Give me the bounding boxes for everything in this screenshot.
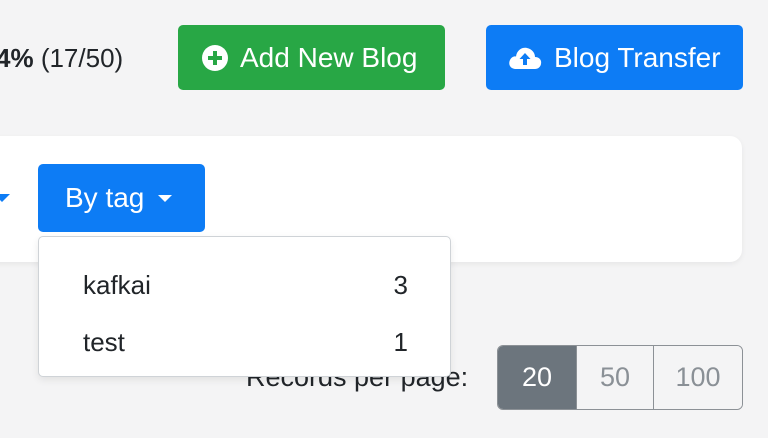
page-size-100[interactable]: 100 [653, 346, 742, 409]
tag-name: kafkai [83, 270, 151, 300]
by-tag-dropdown-button[interactable]: By tag [38, 164, 205, 232]
add-new-blog-label: Add New Blog [240, 41, 418, 73]
records-per-page-selector: 20 50 100 [497, 345, 743, 410]
add-new-blog-button[interactable]: Add New Blog [178, 25, 445, 90]
tag-dropdown-menu: kafkai 3 test 1 [38, 236, 451, 377]
caret-down-icon [158, 194, 173, 202]
blog-transfer-button[interactable]: Blog Transfer [486, 25, 743, 90]
blog-transfer-label: Blog Transfer [554, 41, 721, 73]
usage-count: (17/50) [40, 43, 124, 73]
plus-circle-icon [202, 44, 228, 71]
by-tag-label: By tag [65, 182, 145, 213]
blog-manager-view: 4% (17/50) Add New Blog Blog Transfer By… [0, 0, 768, 438]
page-size-20[interactable]: 20 [498, 346, 576, 409]
tag-count: 1 [393, 327, 408, 357]
caret-down-icon[interactable] [0, 194, 10, 202]
blog-usage-counter: 4% (17/50) [0, 40, 123, 76]
tag-name: test [83, 327, 125, 357]
tag-option-test[interactable]: test 1 [39, 314, 450, 371]
usage-percent: 4% [0, 43, 34, 73]
cloud-upload-icon [508, 45, 542, 71]
page-size-50[interactable]: 50 [576, 346, 653, 409]
tag-option-kafkai[interactable]: kafkai 3 [39, 257, 450, 314]
tag-count: 3 [393, 270, 408, 300]
